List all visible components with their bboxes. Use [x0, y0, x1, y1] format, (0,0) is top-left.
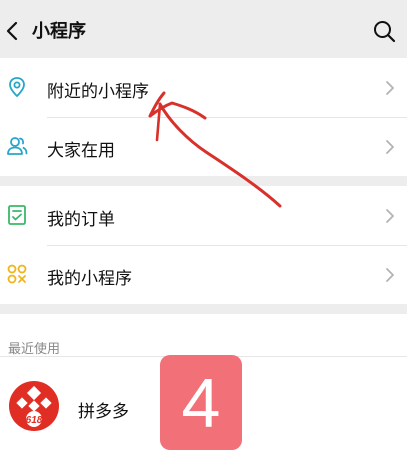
search-icon[interactable]: [372, 19, 396, 43]
my-mini-programs-item[interactable]: 我的小程序: [0, 245, 407, 304]
item-label: 附近的小程序: [47, 82, 149, 102]
discover-group: 附近的小程序 大家在用: [0, 58, 407, 176]
chevron-left-icon[interactable]: [4, 20, 22, 42]
item-label: 我的小程序: [47, 269, 132, 289]
app-name: 拼多多: [78, 402, 129, 422]
page-title: 小程序: [32, 21, 86, 42]
apps-icon: [7, 264, 27, 284]
chevron-right-icon: [386, 209, 394, 223]
step-number-badge: 4: [160, 355, 242, 450]
step-number: 4: [181, 364, 221, 442]
nav-bar: 小程序: [0, 0, 407, 58]
chevron-right-icon: [386, 81, 394, 95]
checklist-icon: [8, 205, 26, 225]
my-orders-item[interactable]: 我的订单: [0, 186, 407, 245]
popular-mini-programs-item[interactable]: 大家在用: [0, 117, 407, 176]
chevron-right-icon: [386, 140, 394, 154]
location-pin-icon: [9, 77, 25, 98]
nearby-mini-programs-item[interactable]: 附近的小程序: [0, 58, 407, 117]
pinduoduo-app-icon: 618: [9, 381, 59, 431]
chevron-right-icon: [386, 268, 394, 282]
people-icon: [7, 137, 28, 155]
item-label: 大家在用: [47, 141, 115, 161]
item-label: 我的订单: [47, 210, 115, 230]
app-icon-text: 618: [26, 415, 43, 426]
mine-group: 我的订单 我的小程序: [0, 186, 407, 304]
section-label: 最近使用: [8, 342, 61, 357]
